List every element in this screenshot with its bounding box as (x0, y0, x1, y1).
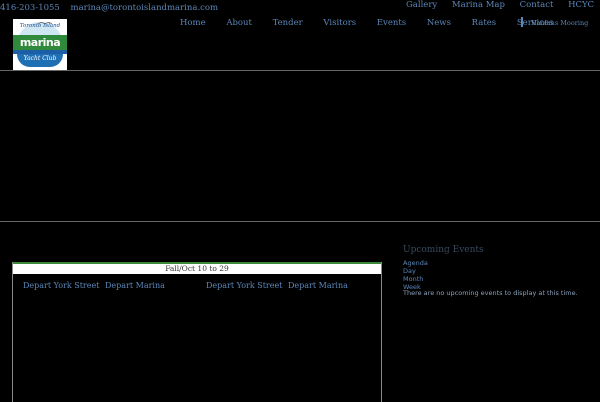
ferry-schedule-table: Fall/Oct 10 to 29 Depart York Street Dep… (12, 262, 382, 402)
nav-events[interactable]: Events (377, 18, 406, 28)
contact-bar: 416-203-1055 marina@torontoislandmarina.… (0, 3, 226, 13)
nav-visitors[interactable]: Visitors (323, 18, 356, 28)
column-header-depart-york-1: Depart York Street (23, 281, 100, 290)
banner-divider (0, 221, 600, 222)
view-month-link[interactable]: Month (403, 275, 428, 283)
site-logo[interactable]: Toronto Island marina Yacht Club (13, 19, 67, 70)
nav-tender[interactable]: Tender (273, 18, 303, 28)
top-links: Gallery Marina Map Contact HCYC (394, 0, 594, 10)
top-link-contact[interactable]: Contact (520, 0, 554, 10)
nav-about[interactable]: About (226, 18, 252, 28)
main-nav: Home About Tender Visitors Events News R… (180, 18, 571, 28)
top-link-gallery[interactable]: Gallery (406, 0, 437, 10)
column-header-depart-york-2: Depart York Street (206, 281, 283, 290)
nav-separator (521, 17, 523, 27)
nav-home[interactable]: Home (180, 18, 206, 28)
no-events-message: There are no upcoming events to display … (403, 289, 578, 297)
column-header-depart-marina-1: Depart Marina (105, 281, 165, 290)
logo-wordmark: marina (19, 36, 61, 49)
top-link-marina-map[interactable]: Marina Map (452, 0, 505, 10)
email-link[interactable]: marina@torontoislandmarina.com (71, 3, 219, 13)
nav-news[interactable]: News (427, 18, 451, 28)
upcoming-events-title: Upcoming Events (403, 245, 484, 255)
nav-rates[interactable]: Rates (472, 18, 496, 28)
nav-hanlans-mooring[interactable]: Hanlans Mooring (531, 19, 588, 27)
view-agenda-link[interactable]: Agenda (403, 259, 428, 267)
column-header-depart-marina-2: Depart Marina (288, 281, 348, 290)
phone-number[interactable]: 416-203-1055 (0, 3, 60, 13)
logo-top-text: Toronto Island (19, 23, 61, 29)
view-day-link[interactable]: Day (403, 267, 428, 275)
top-link-hcyc[interactable]: HCYC (568, 0, 594, 10)
logo-sub-text: Yacht Club (23, 55, 57, 62)
upcoming-events-view-links: Agenda Day Month Week (403, 259, 428, 291)
header-divider (0, 70, 600, 71)
schedule-header: Fall/Oct 10 to 29 (13, 264, 381, 274)
